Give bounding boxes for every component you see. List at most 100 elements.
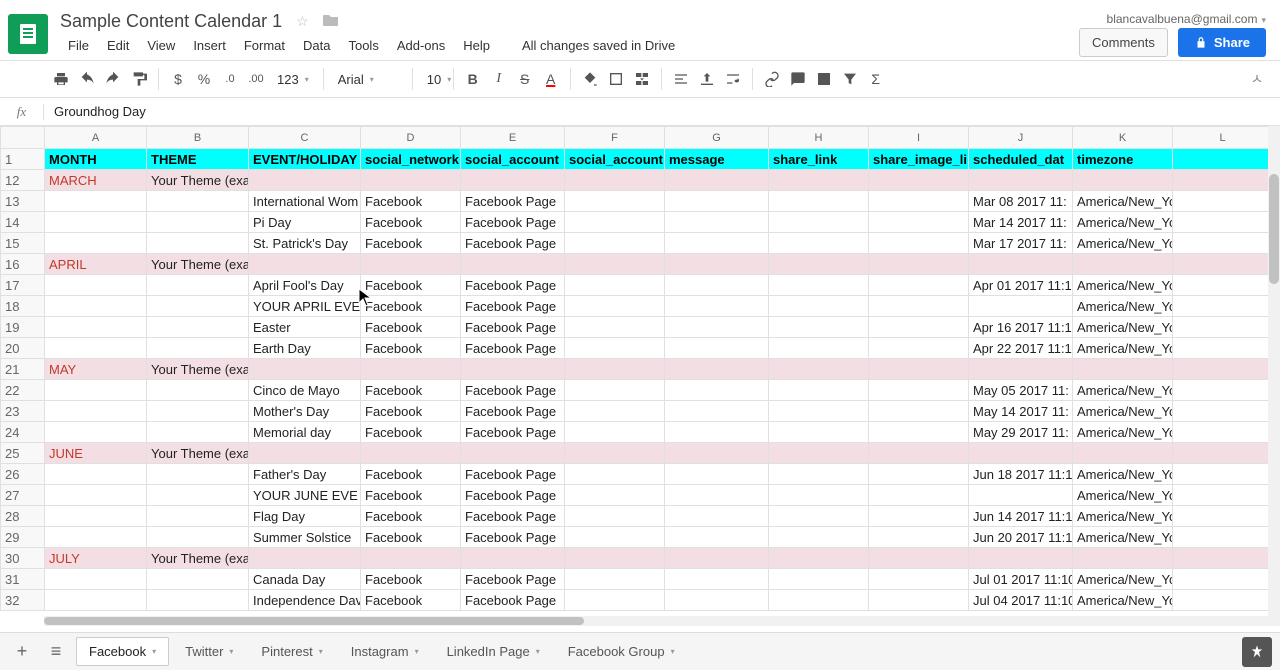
cell[interactable]: America/New_York [1073, 506, 1173, 527]
cell[interactable] [1173, 254, 1273, 275]
cell[interactable]: Your Theme (example Weight Loss) [147, 548, 249, 569]
menu-tools[interactable]: Tools [340, 34, 386, 57]
cell[interactable] [361, 170, 461, 191]
cell[interactable] [565, 338, 665, 359]
cell[interactable]: Facebook Page [461, 401, 565, 422]
cell[interactable]: Facebook [361, 485, 461, 506]
table-row[interactable]: 21MAYYour Theme (example Weight Loss) [1, 359, 1273, 380]
cell[interactable]: scheduled_dat [969, 149, 1073, 170]
fx-icon[interactable]: fx [0, 104, 44, 120]
cell[interactable] [969, 443, 1073, 464]
cell[interactable] [565, 506, 665, 527]
cell[interactable] [665, 275, 769, 296]
cell[interactable] [147, 569, 249, 590]
cell[interactable]: EVENT/HOLIDAY [249, 149, 361, 170]
sheet-tab[interactable]: Facebook [76, 637, 169, 666]
cell[interactable] [461, 548, 565, 569]
add-sheet-button[interactable]: + [8, 638, 36, 666]
cell[interactable]: Facebook Page [461, 296, 565, 317]
cell[interactable] [1173, 233, 1273, 254]
cell[interactable] [45, 338, 147, 359]
cell[interactable] [1073, 359, 1173, 380]
cell[interactable] [45, 275, 147, 296]
cell[interactable]: May 29 2017 11: [969, 422, 1073, 443]
cell[interactable]: Your Theme (example Weight Loss) [147, 359, 249, 380]
menu-view[interactable]: View [139, 34, 183, 57]
sheet-tab[interactable]: Instagram [339, 637, 431, 666]
cell[interactable] [1073, 170, 1173, 191]
row-header[interactable]: 15 [1, 233, 45, 254]
cell[interactable] [565, 212, 665, 233]
cell[interactable] [769, 443, 869, 464]
cell[interactable]: Facebook Page [461, 233, 565, 254]
font-size-dropdown[interactable]: 10 [421, 72, 445, 87]
cell[interactable]: YOUR JUNE EVE [249, 485, 361, 506]
cell[interactable]: Facebook [361, 380, 461, 401]
cell[interactable]: America/New_York [1073, 464, 1173, 485]
cell[interactable] [1173, 401, 1273, 422]
cell[interactable] [461, 170, 565, 191]
row-header[interactable]: 29 [1, 527, 45, 548]
cell[interactable] [769, 569, 869, 590]
cell[interactable] [869, 254, 969, 275]
cell[interactable] [1173, 485, 1273, 506]
cell[interactable] [147, 338, 249, 359]
cell[interactable] [869, 485, 969, 506]
cell[interactable] [1173, 317, 1273, 338]
cell[interactable] [565, 275, 665, 296]
table-row[interactable]: 31Canada DayFacebookFacebook PageJul 01 … [1, 569, 1273, 590]
cell[interactable] [1173, 527, 1273, 548]
table-row[interactable]: 32Independence DavFacebookFacebook PageJ… [1, 590, 1273, 611]
cell[interactable] [665, 590, 769, 611]
cell[interactable] [869, 338, 969, 359]
cell[interactable]: America/New_York [1073, 527, 1173, 548]
row-header[interactable]: 31 [1, 569, 45, 590]
cell[interactable] [969, 548, 1073, 569]
cell[interactable] [565, 380, 665, 401]
cell[interactable] [769, 317, 869, 338]
cell[interactable] [665, 506, 769, 527]
row-header[interactable]: 16 [1, 254, 45, 275]
cell[interactable] [565, 464, 665, 485]
cell[interactable]: Facebook Page [461, 380, 565, 401]
cell[interactable] [769, 191, 869, 212]
cell[interactable] [769, 212, 869, 233]
row-header[interactable]: 13 [1, 191, 45, 212]
cell[interactable]: Facebook Page [461, 485, 565, 506]
cell[interactable] [565, 170, 665, 191]
insert-comment-icon[interactable] [787, 68, 809, 90]
cell[interactable] [1173, 212, 1273, 233]
cell[interactable] [869, 212, 969, 233]
cell[interactable] [869, 443, 969, 464]
row-header[interactable]: 19 [1, 317, 45, 338]
table-row[interactable]: 22Cinco de MayoFacebookFacebook PageMay … [1, 380, 1273, 401]
cell[interactable]: America/New_York [1073, 212, 1173, 233]
cell[interactable]: timezone [1073, 149, 1173, 170]
cell[interactable] [1173, 275, 1273, 296]
cell[interactable] [869, 590, 969, 611]
cell[interactable] [461, 254, 565, 275]
table-row[interactable]: 23Mother's DayFacebookFacebook PageMay 1… [1, 401, 1273, 422]
folder-icon[interactable] [323, 13, 339, 30]
cell[interactable] [869, 359, 969, 380]
cell[interactable]: message [665, 149, 769, 170]
redo-icon[interactable] [102, 68, 124, 90]
insert-link-icon[interactable] [761, 68, 783, 90]
col-header[interactable]: I [869, 127, 969, 149]
cell[interactable] [969, 254, 1073, 275]
cell[interactable] [769, 359, 869, 380]
italic-icon[interactable]: I [488, 68, 510, 90]
cell[interactable] [565, 296, 665, 317]
cell[interactable]: Facebook [361, 569, 461, 590]
vertical-align-icon[interactable] [696, 68, 718, 90]
menu-insert[interactable]: Insert [185, 34, 234, 57]
cell[interactable] [1173, 590, 1273, 611]
table-row[interactable]: 27YOUR JUNE EVEFacebookFacebook PageAmer… [1, 485, 1273, 506]
cell[interactable] [665, 296, 769, 317]
cell[interactable] [147, 506, 249, 527]
cell[interactable]: Facebook [361, 317, 461, 338]
column-headers[interactable]: A B C D E F G H I J K L [1, 127, 1273, 149]
cell[interactable] [1173, 422, 1273, 443]
cell[interactable]: April Fool's Day [249, 275, 361, 296]
cell[interactable]: Facebook [361, 422, 461, 443]
